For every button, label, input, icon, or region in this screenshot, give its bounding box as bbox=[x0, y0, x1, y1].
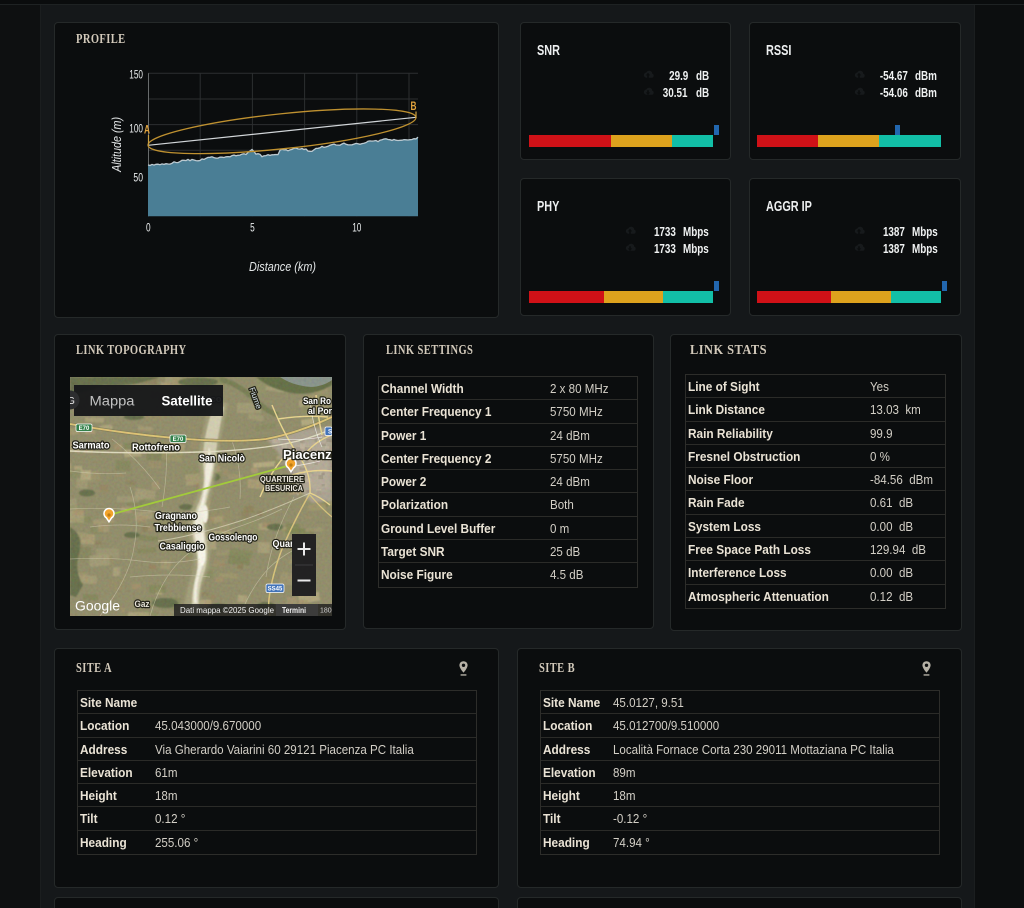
svg-text:Dati mappa ©2025 Google: Dati mappa ©2025 Google bbox=[180, 605, 274, 615]
svg-text:Mappa: Mappa bbox=[90, 394, 136, 409]
svg-text:Gossolengo: Gossolengo bbox=[209, 533, 258, 544]
svg-text:E70: E70 bbox=[79, 426, 90, 432]
svg-text:Google: Google bbox=[75, 598, 120, 614]
svg-text:Distance (km): Distance (km) bbox=[249, 259, 316, 274]
svg-text:Altitude (m): Altitude (m) bbox=[109, 117, 124, 173]
svg-text:Satellite: Satellite bbox=[162, 394, 213, 409]
svg-text:Termini: Termini bbox=[282, 605, 306, 615]
svg-text:Quar: Quar bbox=[273, 539, 294, 550]
svg-text:50: 50 bbox=[133, 173, 143, 185]
svg-text:SS45: SS45 bbox=[268, 587, 283, 593]
svg-text:B: B bbox=[411, 101, 417, 113]
svg-text:A: A bbox=[144, 125, 150, 137]
svg-text:Rottofreno: Rottofreno bbox=[132, 443, 180, 454]
svg-text:Gaz: Gaz bbox=[135, 599, 150, 610]
svg-text:180: 180 bbox=[320, 608, 332, 615]
svg-text:BESURICA: BESURICA bbox=[265, 484, 303, 493]
svg-text:Sarmato: Sarmato bbox=[73, 441, 110, 452]
svg-text:100: 100 bbox=[129, 124, 143, 136]
svg-text:G: G bbox=[70, 396, 75, 407]
svg-text:5: 5 bbox=[250, 222, 255, 234]
svg-text:E70: E70 bbox=[173, 437, 184, 443]
svg-text:150: 150 bbox=[129, 69, 143, 81]
svg-text:S: S bbox=[328, 430, 332, 436]
svg-text:10: 10 bbox=[352, 222, 361, 234]
svg-text:Trebbiense: Trebbiense bbox=[155, 523, 202, 534]
svg-text:0: 0 bbox=[146, 222, 151, 234]
svg-text:Piacenza: Piacenza bbox=[283, 448, 332, 462]
svg-text:Gragnano: Gragnano bbox=[155, 511, 197, 522]
svg-text:al Por: al Por bbox=[308, 406, 332, 417]
svg-text:QUARTIERE: QUARTIERE bbox=[260, 475, 304, 484]
svg-text:San Nicolò: San Nicolò bbox=[199, 454, 245, 465]
svg-text:Casaliggio: Casaliggio bbox=[160, 542, 205, 553]
